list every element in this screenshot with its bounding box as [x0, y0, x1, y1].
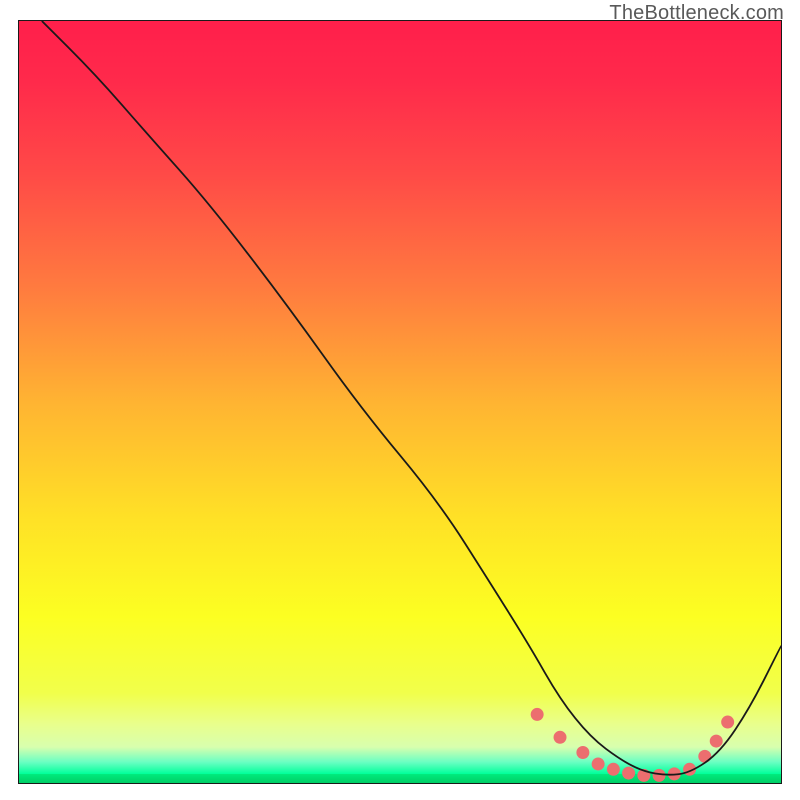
plot-area [18, 20, 782, 784]
gradient-band [19, 724, 781, 747]
gradient-band [19, 747, 781, 762]
chart-container: TheBottleneck.com [0, 0, 800, 800]
gradient-band [19, 774, 781, 784]
gradient-band [19, 288, 781, 403]
gradient-band [19, 403, 781, 518]
gradient-band [19, 21, 781, 82]
gradient-band [19, 518, 781, 617]
gradient-band [19, 617, 781, 693]
gradient-band [19, 693, 781, 724]
gradient-band [19, 82, 781, 174]
gradient-band [19, 762, 781, 773]
gradient-band [19, 174, 781, 289]
